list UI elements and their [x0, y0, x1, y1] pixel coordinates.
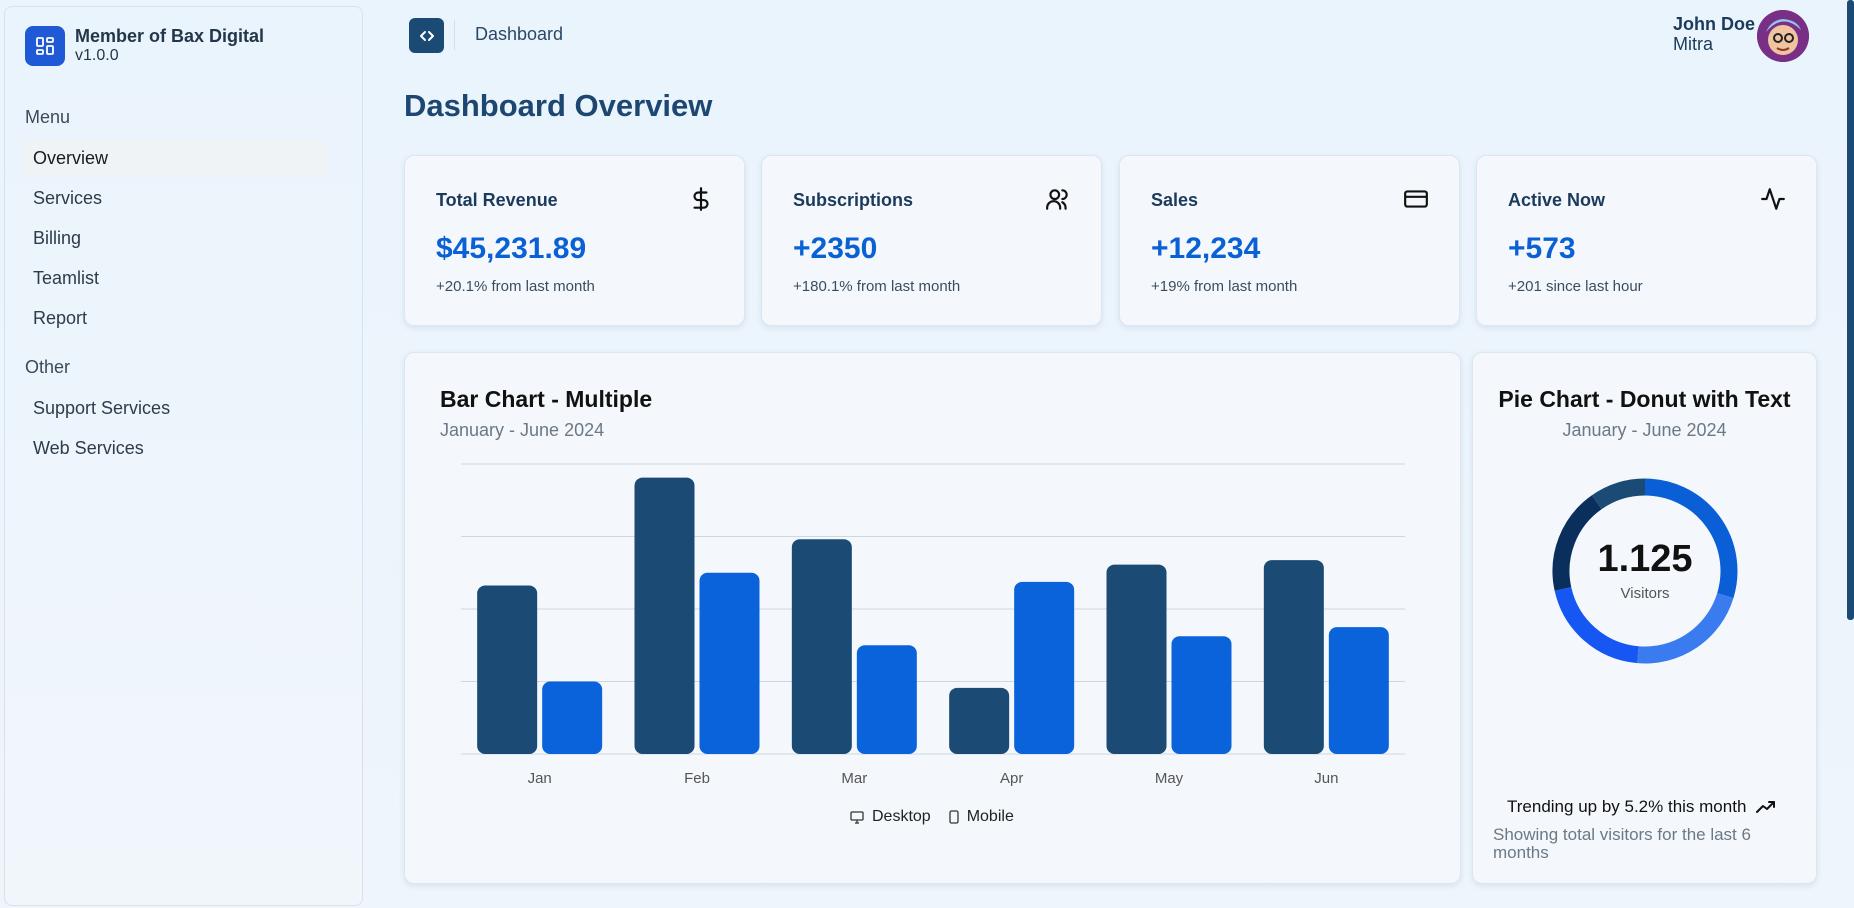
- monitor-icon: [850, 810, 864, 824]
- bar-mobile-mar: [856, 645, 917, 754]
- x-tick-label: Apr: [1000, 770, 1023, 787]
- pie-chart-title: Pie Chart - Donut with Text: [1498, 386, 1791, 412]
- bar-mobile-may: [1171, 636, 1232, 754]
- bar-desktop-mar: [791, 539, 852, 754]
- donut-slice: [1591, 478, 1646, 510]
- donut-slice: [1637, 592, 1734, 664]
- donut-center-value: 1.125: [1597, 538, 1693, 580]
- legend-label: Mobile: [966, 808, 1014, 825]
- bar-desktop-may: [1106, 564, 1167, 754]
- donut-center-label: Visitors: [1620, 585, 1670, 602]
- legend-label: Desktop: [872, 808, 931, 825]
- bar-mobile-jan: [542, 681, 603, 754]
- chart-legend: Desktop Mobile: [850, 808, 1032, 826]
- pie-chart-subtitle: January - June 2024: [1562, 420, 1727, 440]
- legend-mobile[interactable]: Mobile: [949, 808, 1014, 826]
- bar-mobile-apr: [1014, 581, 1075, 754]
- trending-up-icon: [1756, 801, 1776, 813]
- x-tick-label: Mar: [841, 770, 867, 787]
- bar-mobile-jun: [1328, 627, 1389, 754]
- x-tick-label: Jan: [528, 770, 552, 787]
- bar-mobile-feb: [699, 572, 760, 754]
- trend-text: Trending up by 5.2% this month: [1507, 797, 1747, 816]
- smartphone-icon: [949, 810, 959, 824]
- bar-desktop-feb: [634, 477, 695, 754]
- trend-line: Trending up by 5.2% this month: [1507, 797, 1776, 817]
- bar-desktop-apr: [949, 687, 1010, 754]
- bar-desktop-jan: [477, 585, 538, 754]
- legend-desktop[interactable]: Desktop: [850, 808, 931, 826]
- x-tick-label: May: [1155, 770, 1184, 787]
- x-tick-label: Feb: [684, 770, 710, 787]
- bar-desktop-jun: [1263, 560, 1324, 754]
- pie-footer: Showing total visitors for the last 6 mo…: [1493, 825, 1751, 862]
- x-tick-label: Jun: [1314, 770, 1338, 787]
